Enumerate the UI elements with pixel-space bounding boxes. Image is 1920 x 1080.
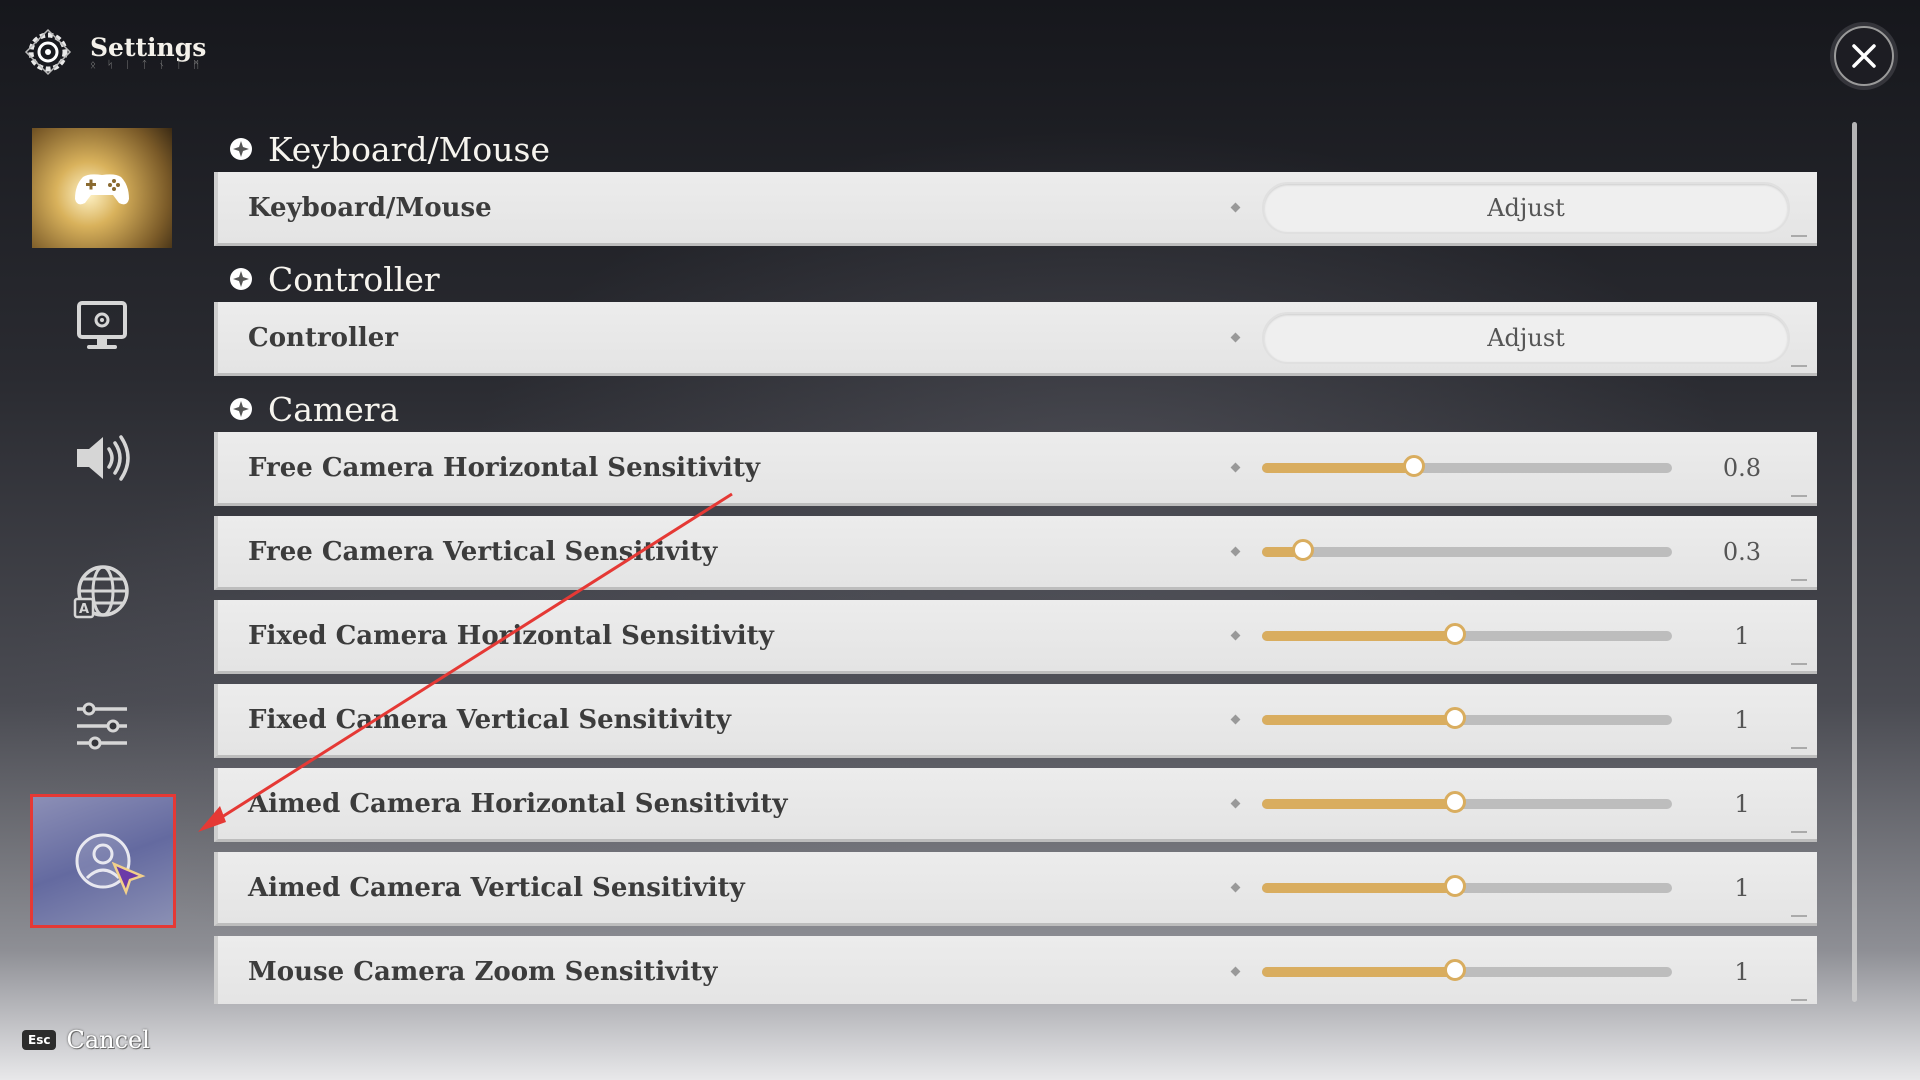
diamond-icon	[1230, 546, 1241, 557]
diamond-icon	[1230, 798, 1241, 809]
scrollbar[interactable]	[1852, 122, 1857, 1002]
corner-mark	[1791, 747, 1807, 749]
setting-row-slider: Mouse Camera Zoom Sensitivity 1	[214, 936, 1817, 1004]
section-title: Camera	[268, 389, 400, 429]
sensitivity-slider[interactable]	[1262, 874, 1672, 897]
close-button[interactable]	[1834, 26, 1894, 86]
gamepad-icon	[75, 174, 129, 205]
adjust-button[interactable]: Adjust	[1262, 181, 1790, 234]
setting-row-slider: Free Camera Vertical Sensitivity 0.3	[214, 516, 1817, 590]
settings-content: Keyboard/Mouse Keyboard/Mouse Adjust Con…	[214, 126, 1817, 1004]
diamond-icon	[1230, 882, 1241, 893]
setting-row-slider: Aimed Camera Horizontal Sensitivity 1	[214, 768, 1817, 842]
monitor-gear-icon	[77, 301, 127, 349]
setting-row-slider: Free Camera Horizontal Sensitivity 0.8	[214, 432, 1817, 506]
section-bullet-icon	[230, 138, 252, 160]
camera-settings-list: Free Camera Horizontal Sensitivity 0.8 F…	[214, 432, 1817, 1004]
section-bullet-icon	[230, 268, 252, 290]
setting-row-keyboard: Keyboard/Mouse Adjust	[214, 172, 1817, 246]
setting-row-controller: Controller Adjust	[214, 302, 1817, 376]
diamond-icon	[1230, 202, 1241, 213]
slider-knob[interactable]	[1443, 874, 1466, 897]
diamond-icon	[1230, 332, 1241, 343]
setting-row-slider: Aimed Camera Vertical Sensitivity 1	[214, 852, 1817, 926]
slider-knob[interactable]	[1443, 958, 1466, 981]
section-header-camera: Camera	[214, 386, 1817, 432]
sensitivity-slider[interactable]	[1262, 538, 1672, 561]
cancel-label: Cancel	[66, 1026, 150, 1054]
setting-label: Fixed Camera Horizontal Sensitivity	[248, 620, 774, 651]
svg-text:A: A	[79, 602, 89, 617]
slider-knob[interactable]	[1443, 706, 1466, 729]
slider-value: 0.3	[1722, 537, 1762, 566]
slider-fill	[1262, 462, 1414, 473]
corner-mark	[1791, 663, 1807, 665]
corner-mark	[1791, 235, 1807, 237]
slider-fill	[1262, 630, 1455, 641]
globe-language-icon: A	[73, 565, 129, 619]
sensitivity-slider[interactable]	[1262, 454, 1672, 477]
section-bullet-icon	[230, 398, 252, 420]
sliders-icon	[77, 702, 127, 750]
esc-key-badge: Esc	[22, 1030, 57, 1050]
speaker-icon	[77, 435, 130, 481]
slider-fill	[1262, 882, 1455, 893]
setting-row-slider: Fixed Camera Horizontal Sensitivity 1	[214, 600, 1817, 674]
slider-value: 1	[1734, 957, 1750, 986]
corner-mark	[1791, 365, 1807, 367]
slider-knob[interactable]	[1402, 454, 1425, 477]
sidebar-item-controls[interactable]	[32, 128, 172, 248]
corner-mark	[1791, 579, 1807, 581]
corner-mark	[1791, 831, 1807, 833]
setting-label: Keyboard/Mouse	[248, 192, 492, 223]
setting-label: Free Camera Horizontal Sensitivity	[248, 452, 761, 483]
cancel-hint[interactable]: Esc Cancel	[22, 1026, 150, 1054]
sensitivity-slider[interactable]	[1262, 622, 1672, 645]
setting-label: Aimed Camera Vertical Sensitivity	[248, 872, 745, 903]
sidebar-item-audio[interactable]	[32, 398, 172, 518]
slider-value: 1	[1734, 621, 1750, 650]
adjust-button[interactable]: Adjust	[1262, 311, 1790, 364]
sidebar: A	[0, 0, 200, 1080]
section-header-controller: Controller	[214, 256, 1817, 302]
slider-value: 1	[1734, 705, 1750, 734]
setting-label: Controller	[248, 322, 398, 353]
slider-value: 1	[1734, 789, 1750, 818]
setting-label: Mouse Camera Zoom Sensitivity	[248, 956, 718, 987]
mouse-cursor-icon	[112, 862, 146, 896]
slider-value: 0.8	[1722, 453, 1762, 482]
corner-mark	[1791, 495, 1807, 497]
sensitivity-slider[interactable]	[1262, 706, 1672, 729]
slider-knob[interactable]	[1443, 790, 1466, 813]
sensitivity-slider[interactable]	[1262, 958, 1672, 981]
diamond-icon	[1230, 714, 1241, 725]
slider-fill	[1262, 798, 1455, 809]
sidebar-item-other[interactable]	[32, 666, 172, 786]
sidebar-item-account[interactable]	[30, 794, 176, 928]
sensitivity-slider[interactable]	[1262, 790, 1672, 813]
section-header-keyboard: Keyboard/Mouse	[214, 126, 1817, 172]
diamond-icon	[1230, 462, 1241, 473]
setting-label: Fixed Camera Vertical Sensitivity	[248, 704, 732, 735]
slider-knob[interactable]	[1292, 538, 1314, 561]
setting-row-slider: Fixed Camera Vertical Sensitivity 1	[214, 684, 1817, 758]
diamond-icon	[1230, 966, 1241, 977]
slider-knob[interactable]	[1443, 622, 1466, 645]
corner-mark	[1791, 915, 1807, 917]
slider-fill	[1262, 714, 1455, 725]
setting-label: Free Camera Vertical Sensitivity	[248, 536, 718, 567]
sidebar-item-graphics[interactable]	[32, 266, 172, 386]
corner-mark	[1791, 999, 1807, 1001]
sidebar-item-language[interactable]: A	[32, 532, 172, 652]
section-title: Controller	[268, 259, 440, 299]
slider-value: 1	[1734, 873, 1750, 902]
setting-label: Aimed Camera Horizontal Sensitivity	[248, 788, 788, 819]
diamond-icon	[1230, 630, 1241, 641]
slider-fill	[1262, 966, 1455, 977]
close-icon	[1852, 44, 1876, 68]
section-title: Keyboard/Mouse	[268, 129, 550, 169]
